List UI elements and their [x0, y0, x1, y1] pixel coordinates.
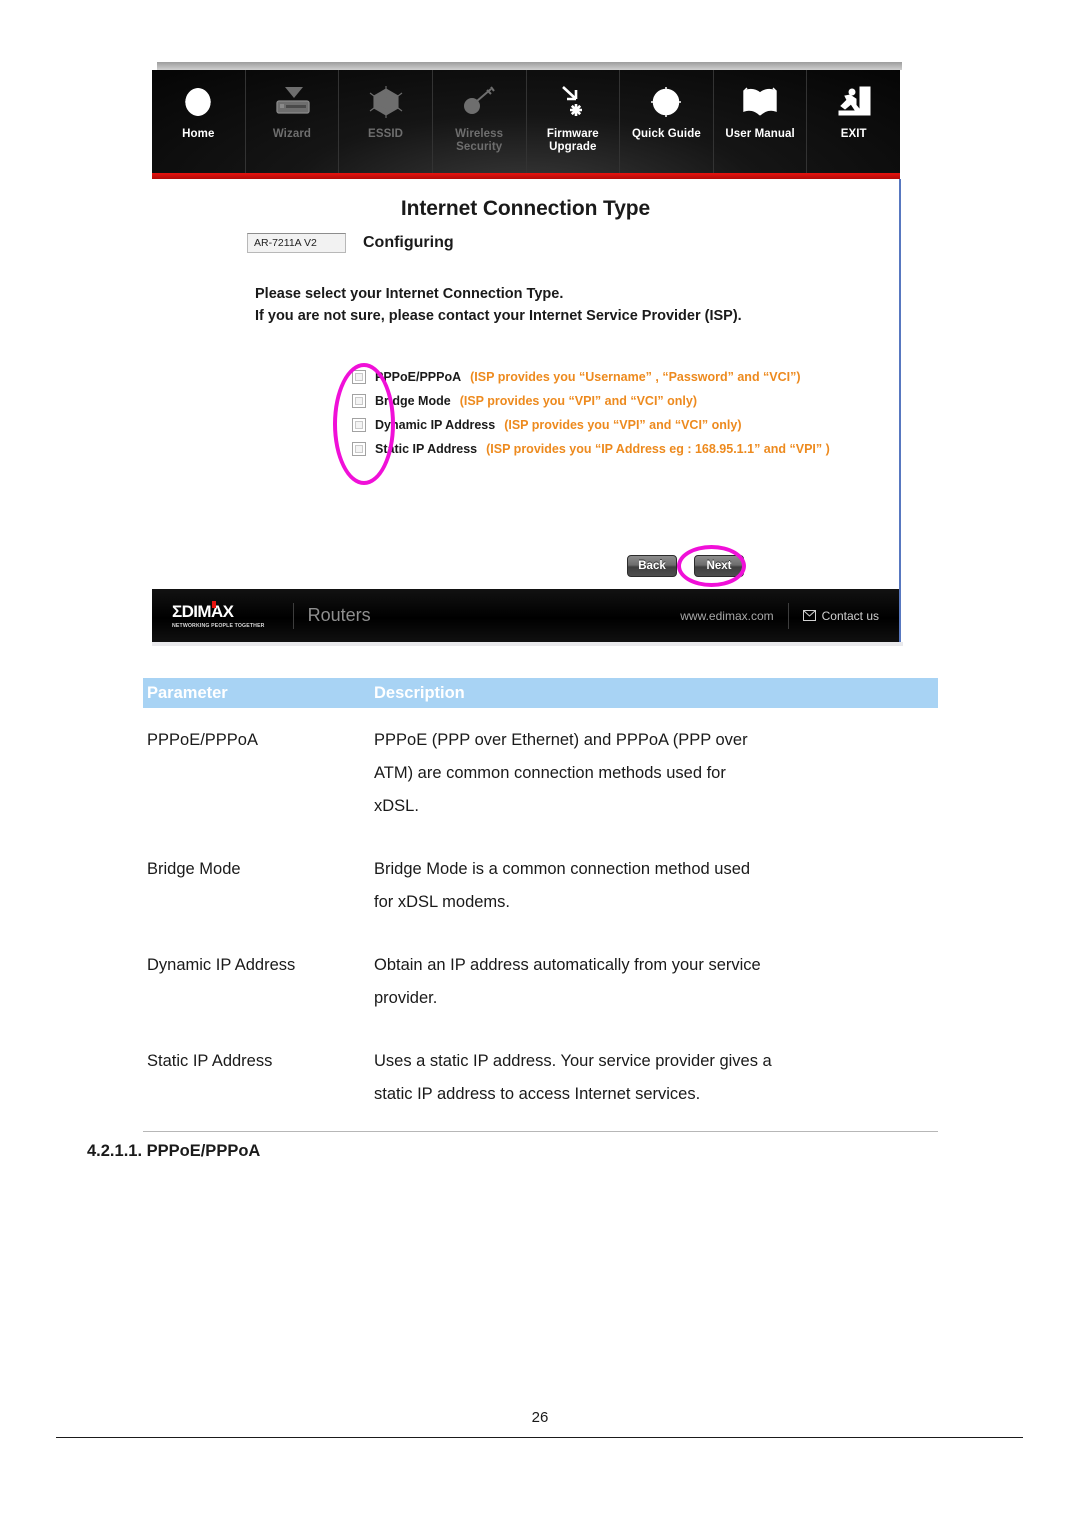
option-bridge-mode[interactable]: Bridge Mode (ISP provides you “VPI” and … — [352, 389, 830, 413]
cell-description: Bridge Mode is a common connection metho… — [374, 860, 751, 911]
edimax-logo-text: ΣDIMAX — [172, 602, 234, 621]
instruction-line-2: If you are not sure, please contact your… — [255, 308, 742, 324]
cell-parameter: Dynamic IP Address — [147, 956, 296, 974]
footer-divider-2 — [787, 602, 789, 629]
column-header-description: Description — [374, 683, 465, 702]
option-hint: (ISP provides you “Username” , “Password… — [470, 370, 801, 384]
footer-contact-link[interactable]: Contact us — [802, 608, 879, 623]
router-ui-screenshot: Home Wizard ESSID Wireless Security Firm… — [152, 62, 905, 647]
checkbox-static-ip-address[interactable] — [352, 442, 366, 456]
exit-door-icon — [836, 79, 872, 125]
open-book-icon — [740, 79, 780, 125]
section-heading: 4.2.1.1. PPPoE/PPPoA — [87, 1142, 261, 1160]
cell-description: Uses a static IP address. Your service p… — [374, 1052, 772, 1103]
option-pppoe-pppoa[interactable]: PPPoE/PPPoA (ISP provides you “Username”… — [352, 365, 830, 389]
connection-type-option-list: PPPoE/PPPoA (ISP provides you “Username”… — [352, 365, 830, 461]
nav-item-wizard[interactable]: Wizard — [246, 70, 340, 173]
table-header-row: Parameter Description — [143, 678, 938, 708]
column-header-parameter: Parameter — [147, 683, 228, 702]
essid-web-icon — [367, 79, 405, 125]
nav-item-firmware-upgrade[interactable]: Firmware Upgrade — [527, 70, 621, 173]
router-navigation-bar: Home Wizard ESSID Wireless Security Firm… — [152, 70, 900, 173]
option-hint: (ISP provides you “VPI” and “VCI” only) — [459, 394, 698, 408]
footer-category-label: Routers — [307, 605, 371, 625]
cell-parameter: Static IP Address — [147, 1052, 273, 1070]
footer-links: www.edimax.com Contact us — [680, 602, 879, 629]
logo-accent-dot — [212, 601, 216, 608]
window-titlebar-strip — [157, 62, 902, 70]
table-row: Static IP Address Uses a static IP addre… — [143, 1029, 938, 1125]
page-number: 26 — [531, 1409, 549, 1426]
model-name-field: AR-7211A V2 — [247, 233, 346, 253]
wizard-download-icon — [272, 79, 312, 125]
edimax-logo: ΣDIMAX NETWORKING PEOPLE TOGETHER — [172, 601, 279, 629]
nav-item-exit[interactable]: EXIT — [807, 70, 900, 173]
nav-item-user-manual[interactable]: User Manual — [714, 70, 808, 173]
cell-description: PPPoE (PPP over Ethernet) and PPPoA (PPP… — [374, 731, 748, 815]
envelope-icon — [802, 610, 816, 621]
model-status-row: AR-7211A V2 Configuring — [247, 233, 454, 253]
nav-item-home[interactable]: Home — [152, 70, 246, 173]
contact-us-label: Contact us — [821, 608, 879, 623]
option-label: Static IP Address — [375, 442, 478, 456]
option-hint: (ISP provides you “IP Address eg : 168.9… — [486, 442, 830, 456]
option-label: Bridge Mode — [375, 394, 451, 408]
parameter-description-table: Parameter Description PPPoE/PPPoA PPPoE … — [143, 678, 938, 1132]
page-title: Internet Connection Type — [400, 197, 651, 220]
checkbox-bridge-mode[interactable] — [352, 394, 366, 408]
checkbox-dynamic-ip-address[interactable] — [352, 418, 366, 432]
next-button[interactable]: Next — [694, 555, 744, 577]
nav-item-label: User Manual — [725, 128, 795, 140]
option-hint: (ISP provides you “VPI” and “VCI” only) — [504, 418, 742, 432]
page-footer-rule — [56, 1437, 1023, 1438]
footer-divider — [292, 602, 294, 629]
table-bottom-rule — [143, 1131, 938, 1132]
nav-item-label: ESSID — [368, 128, 404, 140]
back-button[interactable]: Back — [627, 555, 677, 577]
option-dynamic-ip-address[interactable]: Dynamic IP Address (ISP provides you “VP… — [352, 413, 830, 437]
option-label: Dynamic IP Address — [375, 418, 496, 432]
globe-icon — [181, 79, 215, 125]
wizard-button-row: Back Next — [627, 555, 744, 577]
nav-item-quick-guide[interactable]: Quick Guide — [620, 70, 714, 173]
nav-item-label: Wizard — [272, 128, 312, 140]
nav-item-wireless-security[interactable]: Wireless Security — [433, 70, 527, 173]
cell-parameter: Bridge Mode — [147, 860, 241, 878]
instruction-text: Please select your Internet Connection T… — [255, 283, 742, 327]
table-row: Bridge Mode Bridge Mode is a common conn… — [143, 837, 938, 933]
nav-item-label: Home — [182, 128, 215, 140]
footer-website-link[interactable]: www.edimax.com — [680, 609, 773, 623]
checkbox-pppoe-pppoa[interactable] — [352, 370, 366, 384]
option-label: PPPoE/PPPoA — [375, 370, 462, 384]
nav-item-label: Quick Guide — [632, 128, 701, 140]
cell-description: Obtain an IP address automatically from … — [374, 956, 761, 1007]
router-content-panel: Internet Connection Type AR-7211A V2 Con… — [152, 179, 901, 589]
nav-item-label: Firmware Upgrade — [546, 128, 599, 153]
table-row: PPPoE/PPPoA PPPoE (PPP over Ethernet) an… — [143, 708, 938, 837]
nav-item-label: Wireless Security — [455, 128, 504, 153]
configuring-status-label: Configuring — [363, 234, 454, 251]
screenshot-bottom-edge — [152, 642, 903, 646]
compass-icon — [649, 79, 683, 125]
edimax-tagline: NETWORKING PEOPLE TOGETHER — [172, 623, 265, 629]
table-row: Dynamic IP Address Obtain an IP address … — [143, 933, 938, 1029]
nav-item-label: EXIT — [840, 128, 867, 140]
instruction-line-1: Please select your Internet Connection T… — [255, 286, 564, 302]
cell-parameter: PPPoE/PPPoA — [147, 731, 258, 749]
option-static-ip-address[interactable]: Static IP Address (ISP provides you “IP … — [352, 437, 830, 461]
key-icon — [461, 79, 497, 125]
firmware-upgrade-icon — [556, 79, 590, 125]
router-footer: ΣDIMAX NETWORKING PEOPLE TOGETHER Router… — [152, 589, 901, 642]
nav-item-essid[interactable]: ESSID — [339, 70, 433, 173]
